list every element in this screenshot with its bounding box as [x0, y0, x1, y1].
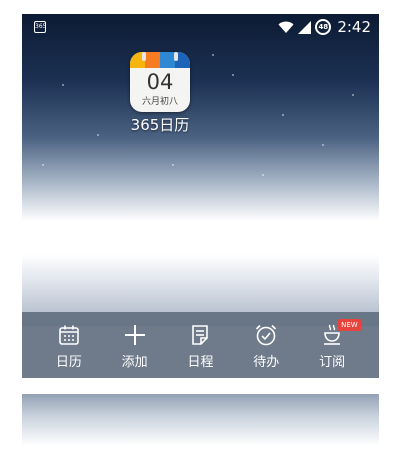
calendar-app-icon[interactable]: 04 六月初八 — [130, 52, 190, 112]
status-icons: 48 2:42 — [278, 16, 371, 38]
battery-level: 48 — [318, 23, 329, 31]
band-segment — [160, 52, 175, 68]
plus-icon — [124, 325, 145, 345]
new-badge: NEW — [338, 319, 361, 331]
app-icon-lunar-date: 六月初八 — [141, 97, 178, 107]
toolbar-label: 日历 — [55, 355, 82, 370]
toolbar-todo-button[interactable]: 待办 — [238, 317, 294, 373]
clock: 2:42 — [337, 18, 371, 36]
icon-color-band — [130, 52, 190, 68]
widget-toolbar: 日历 添加 日程 待办 订阅 NEW — [22, 312, 379, 378]
band-segment — [145, 52, 160, 68]
toolbar-calendar-button[interactable]: 日历 — [41, 317, 97, 373]
calendar-notification-icon: 365 — [34, 21, 46, 33]
app-label[interactable]: 365日历 — [110, 114, 210, 135]
signal-icon — [298, 20, 312, 34]
calendar-icon — [59, 325, 79, 345]
phone-screen: 365 48 2:42 04 六月初八 365日历 日历 添加 日程 待办 订阅… — [22, 14, 379, 446]
app-icon-day: 04 — [146, 70, 174, 94]
toolbar-label: 日程 — [187, 355, 214, 370]
toolbar-subscribe-button[interactable]: 订阅 NEW — [304, 317, 361, 373]
status-bar: 365 48 2:42 — [22, 14, 379, 40]
toolbar-label: 添加 — [121, 355, 148, 370]
toolbar-label: 待办 — [253, 355, 280, 370]
wifi-icon — [278, 21, 294, 34]
toolbar-add-button[interactable]: 添加 — [107, 317, 163, 373]
toolbar-label: 订阅 — [319, 355, 346, 370]
wallpaper-bottom — [22, 394, 379, 446]
alarm-check-icon — [256, 324, 277, 346]
notification-text: 365 — [35, 23, 47, 30]
toolbar-schedule-button[interactable]: 日程 — [172, 317, 228, 373]
schedule-icon — [192, 325, 209, 345]
battery-icon: 48 — [315, 19, 332, 35]
